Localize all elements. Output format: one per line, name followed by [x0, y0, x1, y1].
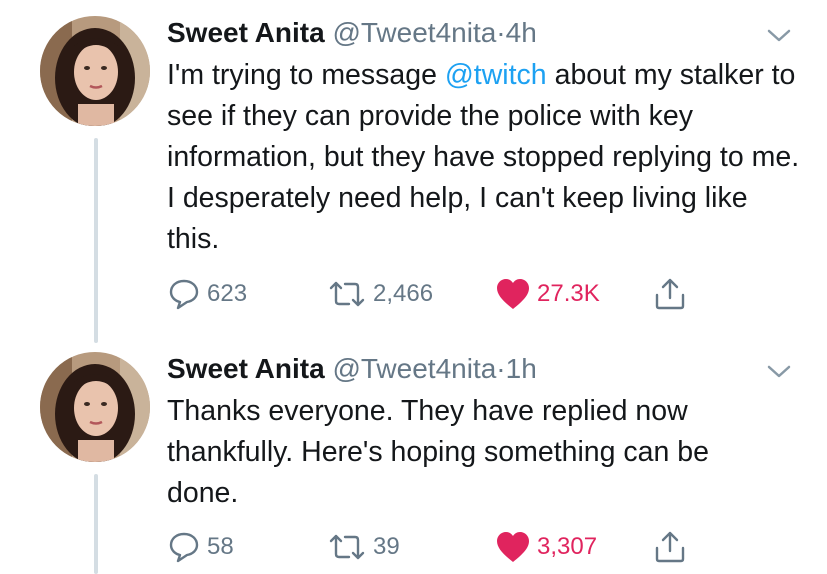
avatar[interactable]	[40, 16, 150, 126]
reply-icon	[169, 532, 199, 563]
tweet-header: Sweet Anita @Tweet4nita·1h	[167, 352, 537, 386]
retweet-count: 2,466	[373, 280, 434, 307]
tweet-text: Thanks everyone. They have replied now t…	[167, 395, 709, 509]
display-name[interactable]: Sweet Anita	[167, 353, 325, 384]
timestamp[interactable]: 1h	[506, 353, 537, 384]
handle[interactable]: @Tweet4nita	[332, 353, 496, 384]
mention-link[interactable]: @twitch	[445, 59, 547, 91]
thread-line	[94, 138, 98, 343]
share-button[interactable]	[653, 527, 687, 567]
handle[interactable]: @Tweet4nita	[332, 17, 496, 48]
tweet[interactable]: Sweet Anita @Tweet4nita·1h Thanks everyo…	[0, 340, 827, 574]
retweet-count: 39	[373, 533, 400, 560]
caret-down-icon[interactable]	[766, 26, 792, 46]
like-count: 3,307	[537, 533, 598, 560]
tweet-text-part: I'm trying to message	[167, 59, 445, 91]
share-icon	[655, 278, 685, 310]
reply-icon	[169, 279, 199, 310]
tweet-actions: 623 2,466 27.3K	[167, 274, 727, 314]
display-name[interactable]: Sweet Anita	[167, 17, 325, 48]
caret-down-icon[interactable]	[766, 362, 792, 382]
tweet[interactable]: Sweet Anita @Tweet4nita·4h I'm trying to…	[0, 0, 827, 343]
retweet-button[interactable]: 39	[327, 527, 400, 567]
heart-icon	[497, 279, 529, 309]
timestamp[interactable]: 4h	[506, 17, 537, 48]
retweet-button[interactable]: 2,466	[327, 274, 433, 314]
thread-line	[94, 474, 98, 574]
like-count: 27.3K	[537, 280, 600, 307]
like-button[interactable]: 27.3K	[495, 274, 600, 314]
reply-button[interactable]: 623	[167, 274, 247, 314]
retweet-icon	[329, 281, 365, 307]
share-button[interactable]	[653, 274, 687, 314]
separator: ·	[496, 17, 506, 48]
reply-button[interactable]: 58	[167, 527, 234, 567]
reply-count: 58	[207, 533, 234, 560]
avatar[interactable]	[40, 352, 150, 462]
tweet-header: Sweet Anita @Tweet4nita·4h	[167, 16, 537, 50]
avatar-photo	[40, 352, 150, 462]
heart-icon	[497, 532, 529, 562]
reply-count: 623	[207, 280, 248, 307]
like-button[interactable]: 3,307	[495, 527, 597, 567]
retweet-icon	[329, 534, 365, 560]
separator: ·	[496, 353, 506, 384]
tweet-text: I'm trying to message @twitch about my s…	[167, 55, 807, 260]
share-icon	[655, 531, 685, 563]
avatar-photo	[40, 16, 150, 126]
tweet-actions: 58 39 3,307	[167, 527, 727, 567]
